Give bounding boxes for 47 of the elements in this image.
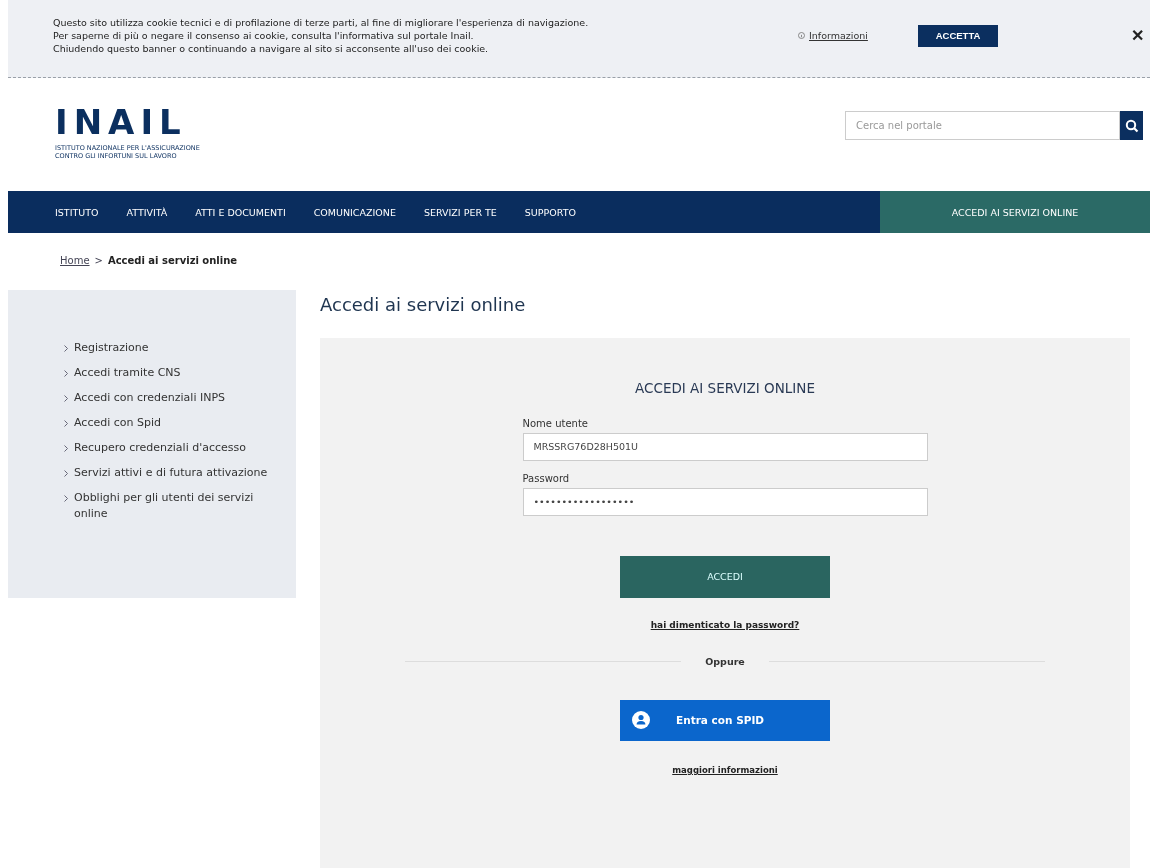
search-icon — [1124, 118, 1139, 133]
logo[interactable]: INAIL — [55, 105, 200, 140]
breadcrumb-link[interactable]: Home — [60, 255, 90, 267]
sidebar-link[interactable]: Accedi tramite CNS — [64, 364, 286, 381]
chevron-icon — [64, 469, 68, 477]
breadcrumb-separator: > — [94, 255, 103, 267]
chevron-icon — [64, 394, 68, 402]
chevron-icon — [64, 444, 68, 452]
input-field[interactable]: MRSSRG76D28H501U — [522, 433, 928, 461]
nav-item[interactable]: ISTITUTO — [55, 206, 99, 218]
nav-item[interactable]: ATTIVITÀ — [126, 206, 168, 218]
search-button[interactable] — [1120, 111, 1143, 141]
online-services-tab[interactable]: ACCEDI AI SERVIZI ONLINE — [880, 191, 1150, 234]
user-icon — [632, 711, 650, 730]
chevron-icon — [64, 369, 68, 377]
field-label: Nome utente — [522, 418, 589, 429]
close-button[interactable]: ✕ — [1131, 26, 1144, 46]
nav-item[interactable]: SERVIZI PER TE — [423, 206, 497, 218]
sidebar-link[interactable]: Obblighi per gli utenti dei servizi online — [64, 489, 286, 522]
forgot-password-link[interactable]: hai dimenticato la password? — [650, 620, 800, 630]
accept-button[interactable]: ACCETTA — [918, 24, 998, 47]
sidebar-link[interactable]: Accedi con credenziali INPS — [64, 389, 286, 406]
breadcrumb-current: Accedi ai servizi online — [107, 255, 238, 267]
chevron-icon — [64, 345, 68, 352]
sidebar-link[interactable]: Servizi attivi e di futura attivazione — [64, 464, 286, 481]
sidebar-link[interactable]: Recupero credenziali d'accesso — [64, 439, 286, 456]
login-button[interactable]: ACCEDI — [620, 556, 830, 598]
sidebar-link[interactable]: Registrazione — [64, 340, 286, 356]
cookie-notice-text: Questo sito utilizza cookie tecnici e di profilazione di terze parti, al fine di migliorare l'esperienza di navigazione. — [53, 17, 590, 29]
more-info-link[interactable]: maggiori informazioni — [672, 765, 778, 775]
search-field[interactable]: Cerca nel portale — [845, 111, 1120, 141]
info-link[interactable]: Informazioni — [798, 30, 918, 42]
nav-item[interactable]: ATTI E DOCUMENTI — [195, 206, 286, 218]
spid-button[interactable]: Entra con SPID — [620, 700, 830, 741]
nav-item[interactable]: SUPPORTO — [524, 206, 576, 218]
divider-text: Oppure — [705, 656, 745, 667]
cookie-notice-text: Chiudendo questo banner o continuando a navigare al sito si acconsente all'uso dei cookie. — [53, 43, 490, 55]
input-field[interactable]: •••••••••••••••••• — [522, 488, 928, 516]
field-label: Password — [522, 473, 571, 484]
cookie-notice-text: Per saperne di più o negare il consenso ai cookie, consulta l'informativa sul portale Inail. — [53, 30, 475, 42]
page-title: Accedi ai servizi online — [320, 294, 527, 317]
nav-item[interactable]: COMUNICAZIONE — [313, 206, 396, 218]
chevron-icon — [64, 419, 68, 427]
chevron-icon — [64, 494, 68, 502]
sidebar-link[interactable]: Accedi con Spid — [64, 414, 286, 431]
info-icon — [798, 32, 805, 40]
form-heading: ACCEDI AI SERVIZI ONLINE — [635, 380, 815, 396]
